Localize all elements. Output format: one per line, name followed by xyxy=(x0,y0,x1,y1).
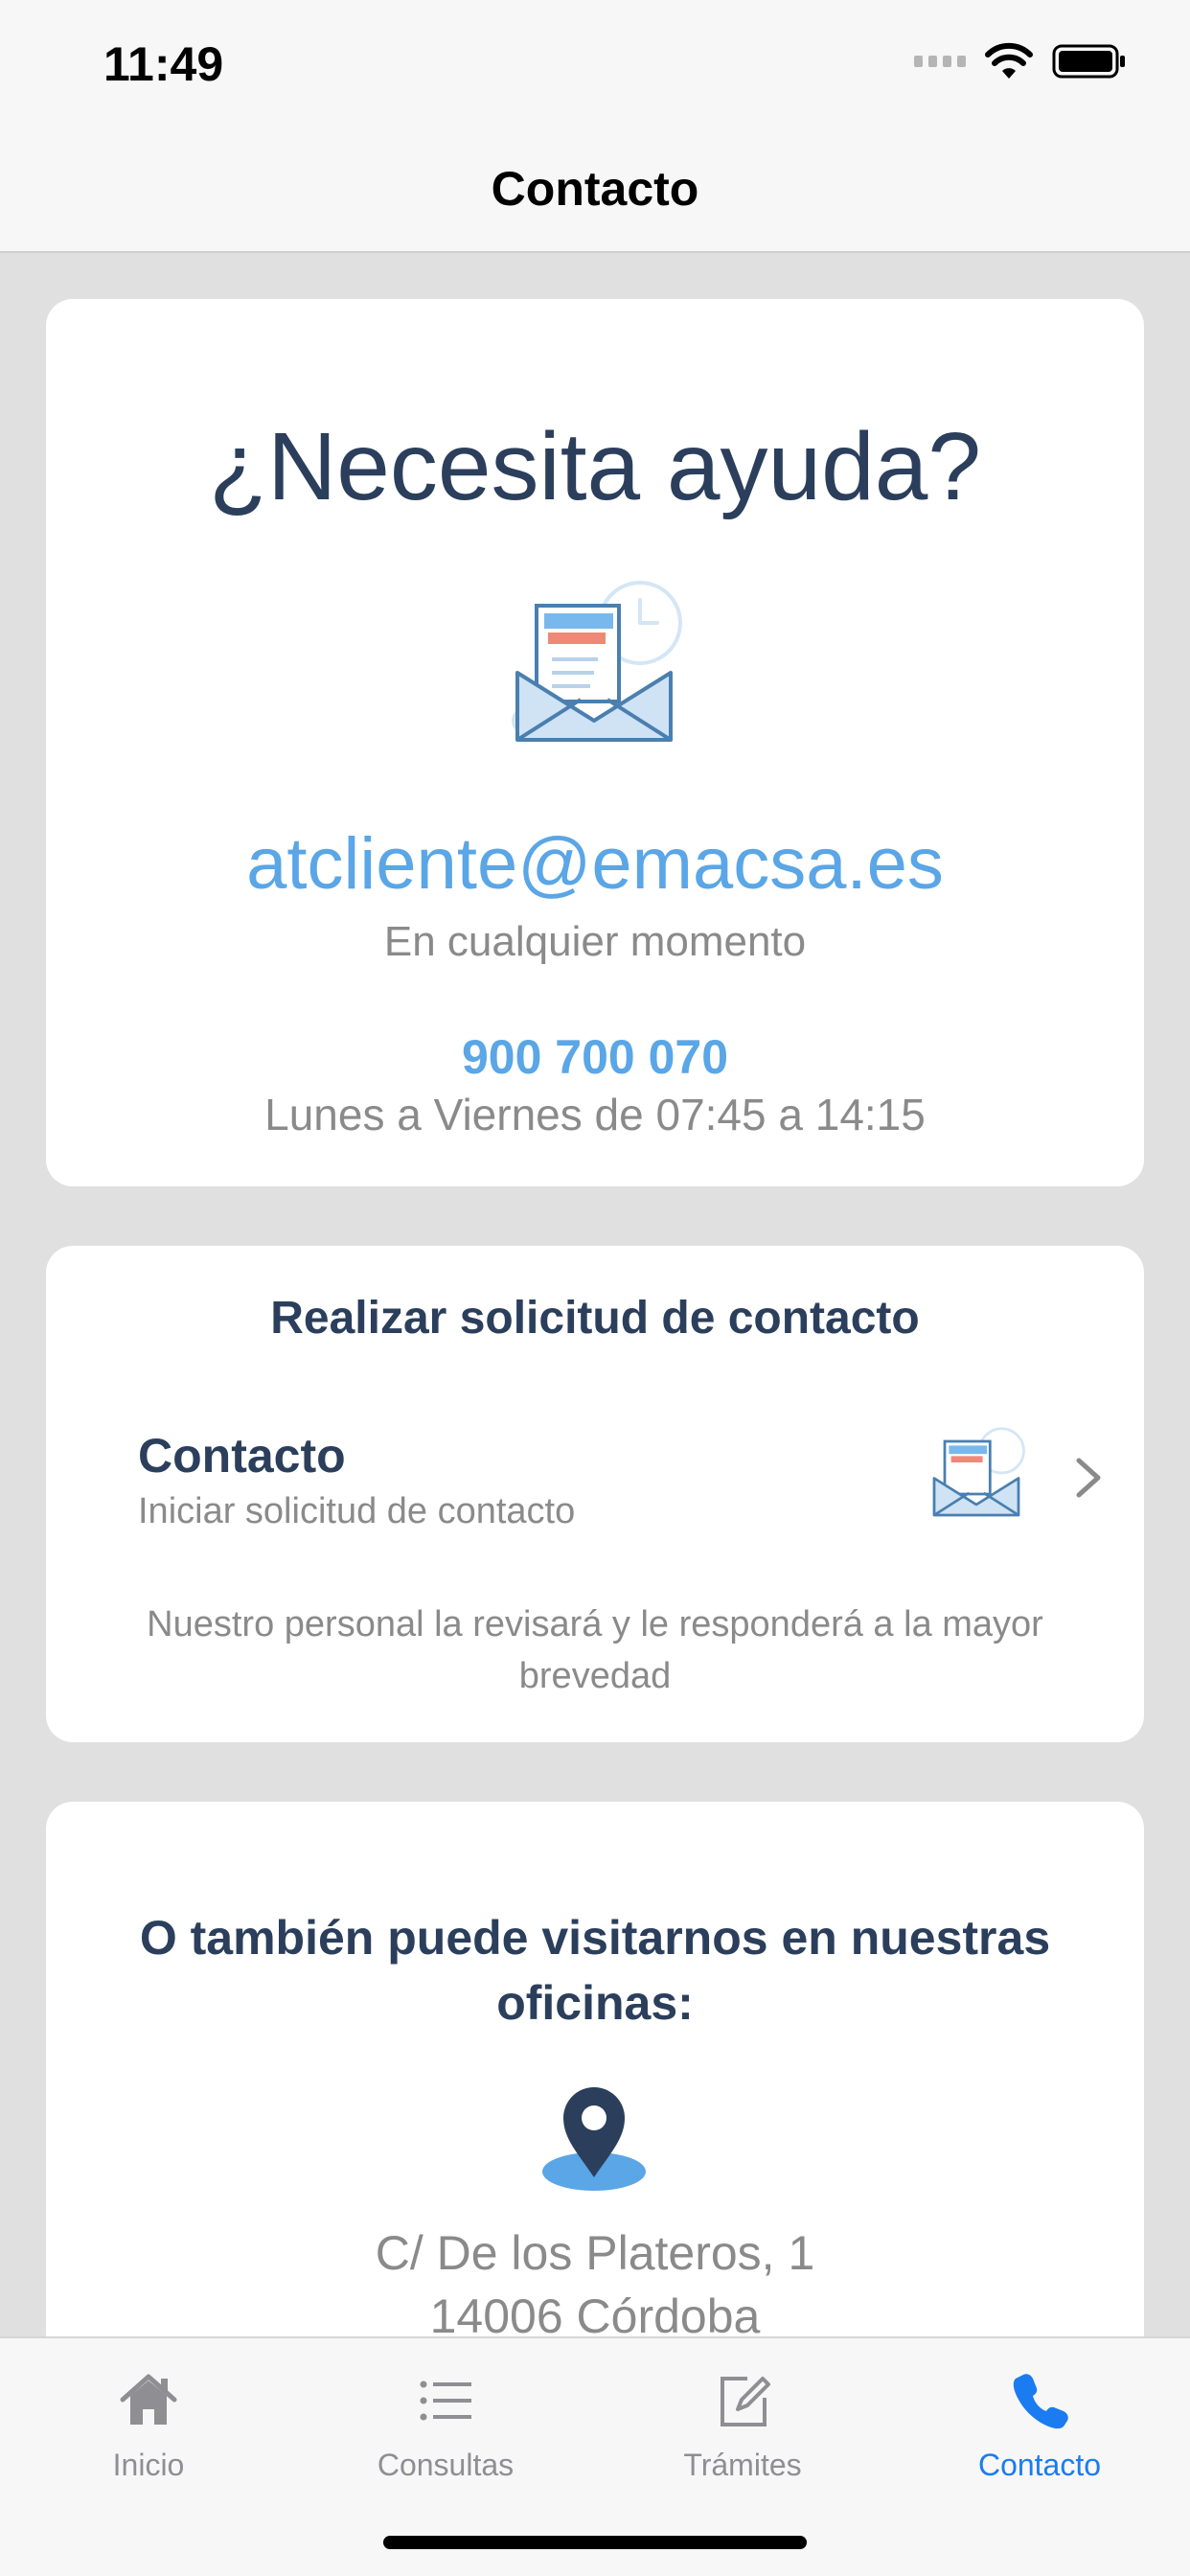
cellular-signal-icon xyxy=(914,56,966,67)
page-title: Contacto xyxy=(491,162,699,216)
office-address: C/ De los Plateros, 1 14006 Córdoba xyxy=(46,2221,1144,2348)
list-icon xyxy=(420,2380,471,2421)
phone-hours: Lunes a Viernes de 07:45 a 14:15 xyxy=(264,1090,926,1139)
tab-label-inicio: Inicio xyxy=(112,2448,185,2482)
contact-row-title: Contacto xyxy=(138,1429,346,1483)
wifi-icon xyxy=(985,42,1033,79)
address-line-1: C/ De los Plateros, 1 xyxy=(375,2226,815,2280)
status-icons xyxy=(914,42,1129,80)
home-icon xyxy=(120,2374,177,2425)
tab-consultas[interactable]: Consultas xyxy=(350,2367,541,2483)
support-email-link[interactable]: atcliente@emacsa.es xyxy=(46,822,1144,906)
email-availability: En cualquier momento xyxy=(383,918,807,965)
status-time: 11:49 xyxy=(103,37,224,91)
mail-envelope-icon xyxy=(932,1427,1025,1517)
tab-inicio[interactable]: Inicio xyxy=(53,2367,244,2483)
tab-label-consultas: Consultas xyxy=(377,2448,515,2482)
tab-tramites[interactable]: Trámites xyxy=(647,2367,838,2483)
chevron-right-icon xyxy=(1076,1458,1101,1498)
tab-contacto[interactable]: Contacto xyxy=(944,2367,1135,2483)
edit-icon xyxy=(721,2377,770,2426)
battery-icon xyxy=(1052,44,1125,79)
map-pin-icon xyxy=(542,2087,646,2191)
contact-request-card: Realizar solicitud de contacto Contacto … xyxy=(46,1246,1144,1742)
support-phone-link[interactable]: 900 700 070 xyxy=(46,1029,1144,1085)
contact-request-row[interactable]: Contacto Iniciar solicitud de contacto xyxy=(46,1409,1144,1543)
request-note: Nuestro personal la revisará y le respon… xyxy=(147,1604,1043,1696)
mail-envelope-icon xyxy=(512,581,682,742)
help-title: ¿Necesita ayuda? xyxy=(208,413,981,520)
tab-label-contacto: Contacto xyxy=(977,2448,1102,2482)
contact-row-subtitle: Iniciar solicitud de contacto xyxy=(138,1491,576,1531)
tab-label-tramites: Trámites xyxy=(683,2448,802,2482)
help-card: ¿Necesita ayuda? atcliente@emacsa.es En … xyxy=(46,299,1144,1186)
navigation-bar: Contacto xyxy=(0,126,1190,253)
office-title: O también puede visitarnos en nuestras o… xyxy=(139,1911,1051,2030)
home-indicator[interactable] xyxy=(383,2536,807,2549)
phone-icon xyxy=(1013,2374,1068,2429)
status-bar: 11:49 xyxy=(0,0,1190,126)
request-title: Realizar solicitud de contacto xyxy=(270,1293,920,1344)
